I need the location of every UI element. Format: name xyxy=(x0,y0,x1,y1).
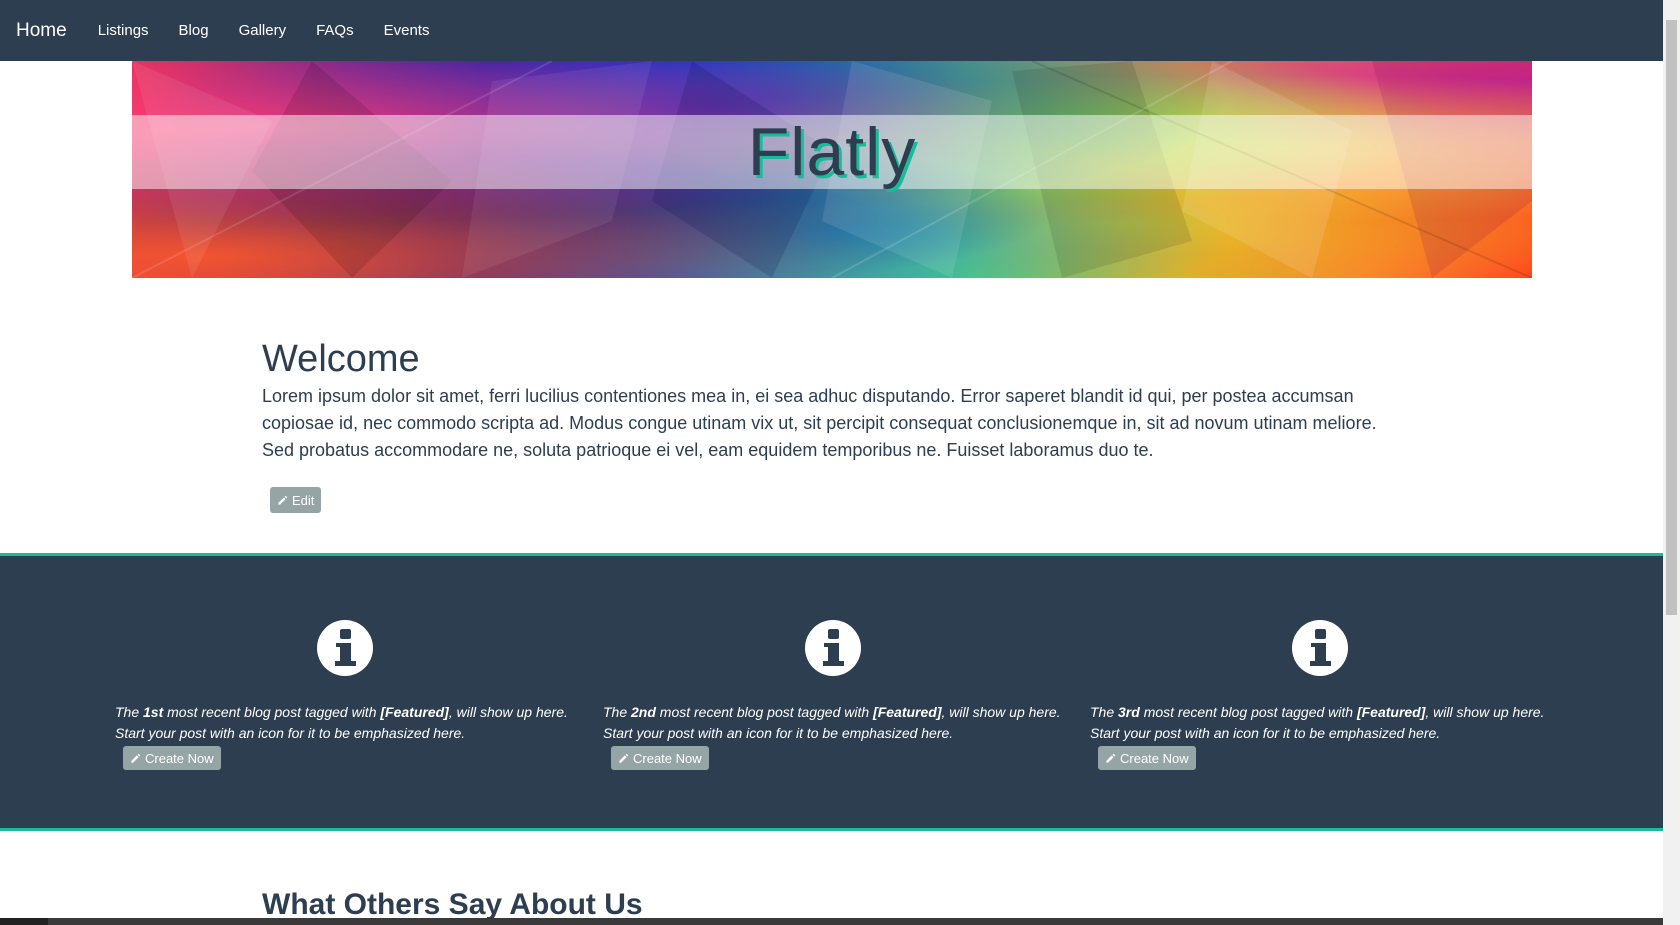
nav-link-blog[interactable]: Blog xyxy=(179,22,209,39)
nav-brand-home[interactable]: Home xyxy=(16,20,67,42)
top-navbar: Home Listings Blog Gallery FAQs Events xyxy=(0,0,1663,61)
banner-title-strip: Flatly xyxy=(132,114,1532,190)
pencil-icon xyxy=(131,753,141,763)
pencil-icon xyxy=(278,495,288,505)
create-now-button[interactable]: Create Now xyxy=(123,746,221,770)
edit-button[interactable]: Edit xyxy=(270,487,322,513)
nav-link-gallery[interactable]: Gallery xyxy=(239,22,287,39)
nav-link-listings[interactable]: Listings xyxy=(98,22,149,39)
create-now-label: Create Now xyxy=(633,750,702,766)
testimonials-heading: What Others Say About Us xyxy=(262,888,643,921)
featured-item: The 1st most recent blog post tagged wit… xyxy=(115,620,575,770)
site-title: Flatly xyxy=(747,114,917,190)
create-now-button[interactable]: Create Now xyxy=(1098,746,1196,770)
welcome-body: Lorem ipsum dolor sit amet, ferri lucili… xyxy=(262,386,1377,460)
welcome-heading: Welcome xyxy=(262,338,420,380)
pencil-icon xyxy=(1106,753,1116,763)
featured-text: The 1st most recent blog post tagged wit… xyxy=(115,704,568,741)
hero-banner: Flatly xyxy=(132,61,1532,278)
edit-button-label: Edit xyxy=(292,492,315,508)
create-now-button[interactable]: Create Now xyxy=(611,746,709,770)
vertical-scrollbar-thumb[interactable] xyxy=(1666,20,1677,615)
pencil-icon xyxy=(619,753,629,763)
horizontal-scrollbar-thumb[interactable] xyxy=(48,918,1663,925)
featured-text: The 2nd most recent blog post tagged wit… xyxy=(603,704,1061,741)
featured-item: The 3rd most recent blog post tagged wit… xyxy=(1090,620,1550,770)
welcome-section: Welcome Lorem ipsum dolor sit amet, ferr… xyxy=(262,335,1402,464)
nav-link-faqs[interactable]: FAQs xyxy=(316,22,354,39)
nav-link-events[interactable]: Events xyxy=(384,22,430,39)
info-circle-icon xyxy=(805,620,861,676)
featured-posts-section: The 1st most recent blog post tagged wit… xyxy=(0,553,1663,831)
info-circle-icon xyxy=(317,620,373,676)
create-now-label: Create Now xyxy=(145,750,214,766)
featured-text: The 3rd most recent blog post tagged wit… xyxy=(1090,704,1545,741)
featured-item: The 2nd most recent blog post tagged wit… xyxy=(603,620,1063,770)
info-circle-icon xyxy=(1292,620,1348,676)
create-now-label: Create Now xyxy=(1120,750,1189,766)
